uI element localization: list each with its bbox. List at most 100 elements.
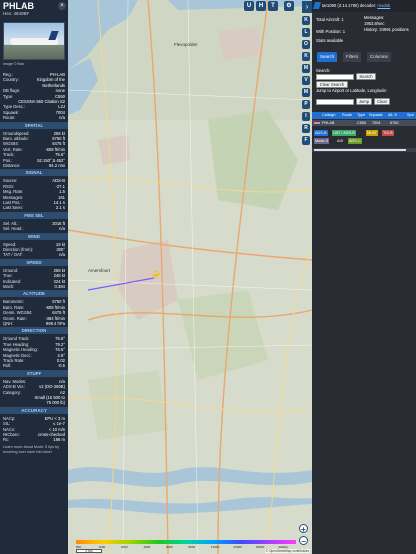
detail-value: 224 kt bbox=[53, 278, 65, 284]
section-header-wind[interactable]: WIND bbox=[0, 232, 68, 240]
detail-key: Roll: bbox=[3, 363, 12, 369]
column-altitude[interactable]: Alt. ft bbox=[388, 113, 397, 117]
decoder-link[interactable]: readsb bbox=[377, 3, 390, 8]
detail-value: 52.150°,5.452° bbox=[37, 157, 65, 163]
section-header-speed[interactable]: SPEED bbox=[0, 258, 68, 266]
detail-value: 161 bbox=[58, 194, 65, 200]
zoom-out-button[interactable]: − bbox=[299, 536, 308, 546]
detail-key: True Heading: bbox=[3, 341, 30, 347]
settings-icon[interactable]: ⚙ bbox=[284, 1, 294, 11]
jump-input[interactable] bbox=[316, 99, 354, 105]
map-sidebtn-i[interactable]: I bbox=[302, 112, 310, 121]
column-route[interactable]: Route bbox=[342, 113, 352, 117]
detail-value: 6475 ft bbox=[52, 141, 65, 147]
detail-value: v2 (DO-260B) bbox=[39, 384, 65, 390]
detail-value: ADS-B bbox=[52, 178, 65, 184]
detail-key: Magnetic Decl.: bbox=[3, 352, 32, 358]
section-header-signal[interactable]: SIGNAL bbox=[0, 169, 68, 177]
version-bar: tar1090 (3.14.1780) decoder: readsb bbox=[312, 0, 416, 12]
map-sidebtn-m2[interactable]: M bbox=[302, 88, 310, 97]
map-sidebtn-f[interactable]: F bbox=[302, 136, 310, 145]
map-sidebtn-o[interactable]: O bbox=[302, 40, 310, 49]
clear-search-button[interactable]: Clear Search bbox=[316, 81, 348, 88]
aircraft-photo[interactable] bbox=[3, 22, 65, 60]
tab-filters[interactable]: Filters bbox=[343, 52, 362, 62]
aircraft-detail-panel: PHLAB Hex: 4840BF × Image © flickr Reg.:… bbox=[0, 0, 68, 554]
chevron-right-icon[interactable]: › bbox=[302, 1, 312, 13]
detail-value: Small (15 500 to bbox=[34, 395, 66, 400]
jump-label: Jump to Airport or Latitude, Longitude: bbox=[316, 88, 387, 93]
map-sidebtn-v[interactable]: V bbox=[302, 76, 310, 85]
section-header-spatial[interactable]: SPATIAL bbox=[0, 121, 68, 129]
detail-key: Distance: bbox=[3, 163, 21, 168]
detail-value: EPU < 3 m bbox=[44, 415, 65, 421]
map-sidebtn-k1[interactable]: K bbox=[302, 16, 310, 25]
map-button-u[interactable]: U bbox=[244, 1, 254, 11]
close-icon[interactable]: × bbox=[58, 2, 66, 10]
detail-row: Distance: 84.2 nmi bbox=[3, 163, 65, 169]
scrollbar-thumb[interactable] bbox=[314, 149, 406, 151]
map-sidebtn-r[interactable]: R bbox=[302, 124, 310, 133]
version-label: tar1090 (3.14.1780) decoder: bbox=[322, 3, 378, 8]
aircraft-table: Callsign Route Type Squawk Alt. ft Spd P… bbox=[312, 112, 416, 148]
detail-key: Barometric: bbox=[3, 299, 25, 305]
map-sidebtn-k2[interactable]: K bbox=[302, 52, 310, 61]
clear-button[interactable]: Clear bbox=[374, 98, 390, 105]
detail-key: Pos.: bbox=[3, 157, 13, 163]
detail-key: Groundspeed: bbox=[3, 130, 30, 136]
map-button-t[interactable]: T bbox=[268, 1, 278, 11]
detail-key: Geom. Rate: bbox=[3, 315, 27, 321]
detail-value: 6750 ft bbox=[52, 136, 65, 141]
map-sidebtn-p[interactable]: P bbox=[302, 100, 310, 109]
zoom-in-button[interactable]: + bbox=[299, 524, 308, 534]
detail-value: A2 bbox=[59, 389, 65, 395]
section-header-direction[interactable]: DIRECTION bbox=[0, 327, 68, 335]
detail-value: n/a bbox=[59, 252, 65, 258]
detail-value: 76.5° bbox=[55, 347, 65, 353]
detail-key: True: bbox=[3, 273, 13, 279]
detail-key: WGS84: bbox=[3, 141, 19, 147]
detail-value: -608 ft/min bbox=[45, 146, 65, 152]
table-row[interactable]: PHLAB C550 7004 6750 bbox=[312, 120, 416, 126]
cell-altitude: 6750 bbox=[390, 121, 399, 125]
section-header-stuff[interactable]: STUFF bbox=[0, 369, 68, 377]
search-button[interactable]: Search bbox=[356, 73, 376, 80]
section-header-altitude[interactable]: ALTITUDE bbox=[0, 290, 68, 298]
map-attribution[interactable]: © OpenStreetMap contributors bbox=[264, 549, 310, 553]
map-button-h[interactable]: H bbox=[256, 1, 266, 11]
column-speed[interactable]: Spd bbox=[407, 113, 414, 117]
column-type[interactable]: Type bbox=[357, 113, 365, 117]
detail-key: NACp: bbox=[3, 415, 16, 421]
detail-value: cross-checked bbox=[38, 432, 65, 437]
legend-uat: UAT / ADS-R bbox=[332, 130, 357, 136]
legend-tick-label: 2000 bbox=[120, 545, 128, 549]
stat-total: Total Aircraft: 1 bbox=[316, 17, 344, 22]
map-view[interactable]: U H T ⚙ K L O K M V M P I R F Flevopolde… bbox=[68, 0, 312, 554]
section-header-accuracy[interactable]: ACCURACY bbox=[0, 406, 68, 414]
column-callsign[interactable]: Callsign bbox=[322, 113, 336, 117]
tab-columns[interactable]: Columns bbox=[367, 52, 391, 62]
legend-tick-label: 6000 bbox=[165, 545, 173, 549]
detail-value: -0.5 bbox=[57, 363, 65, 369]
jump-button[interactable]: Jump bbox=[356, 98, 372, 105]
detail-value: C550 bbox=[54, 93, 65, 99]
map-sidebtn-l[interactable]: L bbox=[302, 28, 310, 37]
detail-key: Ground: bbox=[3, 267, 19, 273]
section-header-fms[interactable]: FMS SEL bbox=[0, 211, 68, 219]
app-logo-icon bbox=[313, 2, 321, 9]
detail-key: Source: bbox=[3, 178, 18, 184]
tab-search[interactable]: Search bbox=[317, 52, 338, 62]
stat-stats-available[interactable]: Stats available bbox=[316, 38, 343, 43]
detail-row: Roll: -0.5 bbox=[3, 363, 65, 369]
cell-type: C550 bbox=[357, 121, 367, 125]
table-scrollbar[interactable] bbox=[312, 148, 416, 152]
detail-value: 0.384 bbox=[54, 284, 65, 289]
detail-value: 14.1 s bbox=[53, 200, 65, 205]
column-squawk[interactable]: Squawk bbox=[369, 113, 383, 117]
map-sidebtn-m1[interactable]: M bbox=[302, 64, 310, 73]
search-input[interactable] bbox=[316, 74, 354, 80]
flag-icon bbox=[314, 121, 320, 125]
detail-key: Last Pos.: bbox=[3, 200, 22, 205]
detail-key: Magnetic Heading: bbox=[3, 347, 38, 353]
stat-messages-value: 1953.8/sec bbox=[364, 21, 385, 26]
